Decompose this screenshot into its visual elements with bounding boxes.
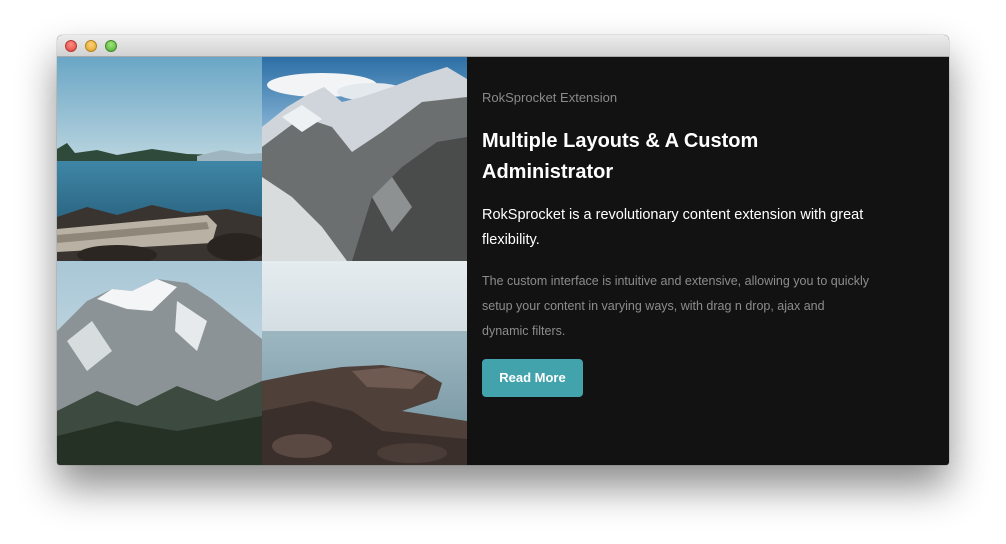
feature-title: Multiple Layouts & A Custom Administrato… <box>482 130 759 183</box>
body-text: The custom interface is intuitive and ex… <box>482 274 869 338</box>
maximize-icon[interactable] <box>105 40 117 52</box>
gallery-image-mountain-valley[interactable] <box>262 57 467 261</box>
read-more-button[interactable]: Read More <box>482 359 583 397</box>
gallery-image-lake[interactable] <box>57 57 262 261</box>
close-icon[interactable] <box>65 40 77 52</box>
eyebrow-label: RokSprocket Extension <box>482 90 618 105</box>
window-titlebar <box>57 35 949 57</box>
lead-text: RokSprocket is a revolutionary content e… <box>482 207 864 248</box>
image-gallery <box>57 57 467 465</box>
browser-window: RokSprocket Extension Multiple Layouts &… <box>57 35 949 465</box>
minimize-icon[interactable] <box>85 40 97 52</box>
gallery-image-seashore[interactable] <box>262 261 467 465</box>
gallery-image-snowy-peak[interactable] <box>57 261 262 465</box>
